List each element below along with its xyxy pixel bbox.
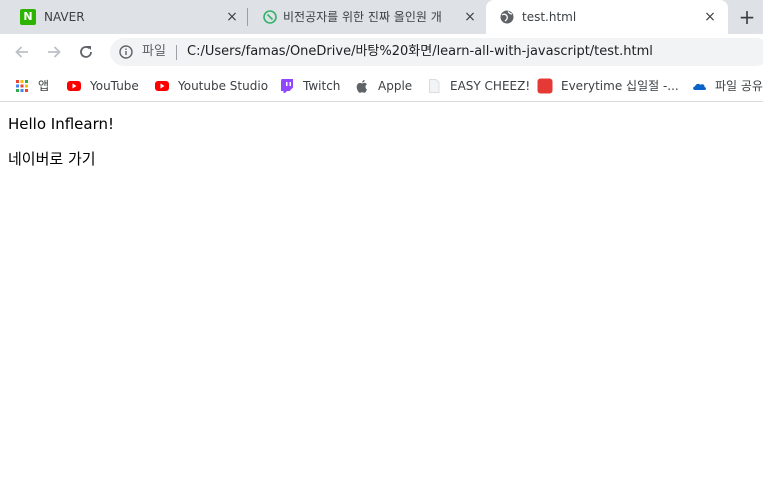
- arrow-right-icon: [48, 46, 61, 58]
- bookmark-label: Apple: [378, 79, 413, 93]
- page-icon: [429, 79, 440, 93]
- url-scheme-label: 파일: [142, 44, 166, 59]
- address-bar[interactable]: 파일 C:/Users/famas/OneDrive/바탕%20화면/learn…: [110, 38, 763, 66]
- bookmark-label: Everytime 십일절 -...: [561, 79, 679, 93]
- apps-grid-icon: [16, 80, 28, 92]
- bookmark-everytime[interactable]: Everytime 십일절 -...: [537, 76, 679, 96]
- tab-separator: [247, 8, 248, 26]
- inflearn-icon: [263, 10, 277, 24]
- twitch-icon: [281, 79, 293, 93]
- omnibox-divider: [176, 45, 177, 60]
- close-icon[interactable]: ×: [224, 9, 240, 25]
- apple-icon: [356, 79, 367, 93]
- bookmark-label: EASY CHEEZ!: [450, 79, 531, 93]
- bookmark-label: YouTube: [90, 79, 139, 93]
- globe-icon: [500, 10, 514, 24]
- tab-test-html[interactable]: test.html ×: [486, 0, 728, 34]
- page-content: Hello Inflearn! 네이버로 가기: [0, 103, 763, 502]
- tab-strip: N NAVER × 비전공자를 위한 진짜 올인원 개 × test.html …: [0, 0, 763, 34]
- browser-toolbar: 파일 C:/Users/famas/OneDrive/바탕%20화면/learn…: [0, 34, 763, 70]
- info-icon[interactable]: [119, 45, 133, 59]
- close-icon[interactable]: ×: [462, 9, 478, 25]
- arrow-left-icon: [15, 46, 28, 58]
- close-icon[interactable]: ×: [702, 9, 718, 25]
- bookmark-label: 앱: [38, 79, 50, 93]
- bookmark-label: 파일 공유: [715, 79, 763, 93]
- forward-button[interactable]: [42, 40, 66, 64]
- bookmark-youtube[interactable]: YouTube: [66, 76, 139, 96]
- back-button[interactable]: [10, 40, 34, 64]
- tab-title: 비전공자를 위한 진짜 올인원 개: [283, 10, 442, 24]
- bookmark-youtube-studio[interactable]: Youtube Studio: [154, 76, 268, 96]
- naver-icon: N: [20, 9, 36, 25]
- tab-title: test.html: [522, 10, 577, 24]
- tab-naver[interactable]: N NAVER ×: [0, 0, 247, 34]
- bookmarks-bar: 앱 YouTube Youtube Studio Twitch Apple EA…: [0, 70, 763, 102]
- onedrive-icon: [693, 83, 706, 90]
- youtube-icon: [67, 81, 81, 91]
- url-text[interactable]: C:/Users/famas/OneDrive/바탕%20화면/learn-al…: [187, 44, 653, 60]
- bookmark-easy-cheez[interactable]: EASY CHEEZ!: [426, 76, 530, 96]
- reload-button[interactable]: [74, 40, 98, 64]
- naver-link-text[interactable]: 네이버로 가기: [8, 150, 96, 168]
- hello-text: Hello Inflearn!: [8, 115, 115, 133]
- reload-icon: [80, 46, 92, 58]
- tab-inflearn[interactable]: 비전공자를 위한 진짜 올인원 개 ×: [249, 0, 486, 34]
- new-tab-button[interactable]: +: [737, 7, 757, 27]
- bookmark-file-share[interactable]: 파일 공유: [691, 76, 763, 96]
- bookmark-label: Youtube Studio: [178, 79, 269, 93]
- everytime-icon: [537, 78, 553, 94]
- tab-title: NAVER: [44, 10, 85, 24]
- bookmark-label: Twitch: [303, 79, 341, 93]
- youtube-icon: [155, 81, 169, 91]
- bookmark-apple[interactable]: Apple: [354, 76, 412, 96]
- bookmark-twitch[interactable]: Twitch: [279, 76, 340, 96]
- bookmark-apps[interactable]: 앱: [14, 76, 49, 96]
